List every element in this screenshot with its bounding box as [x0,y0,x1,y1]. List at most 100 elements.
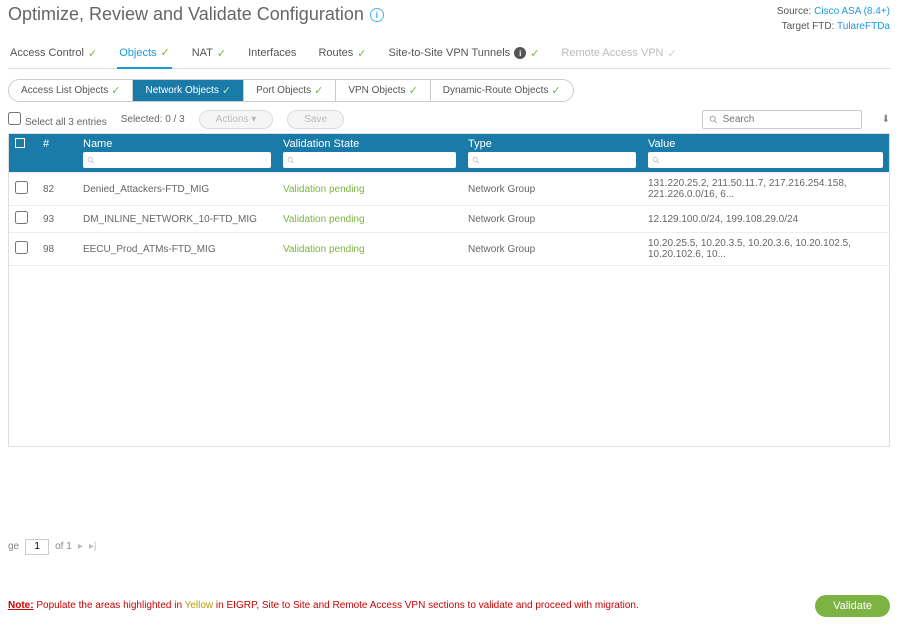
check-icon: ✓ [357,47,366,60]
row-name: DM_INLINE_NETWORK_10-FTD_MIG [77,206,277,233]
check-icon: ✓ [217,47,226,60]
pager-next[interactable]: ▸ [78,541,83,552]
col-header-validation: Validation State [277,134,462,173]
row-name: EECU_Prod_ATMs-FTD_MIG [77,233,277,266]
pill-dynamic-route-objects[interactable]: Dynamic-Route Objects✓ [431,80,573,101]
select-all-text: Select all 3 entries [25,117,107,128]
target-link[interactable]: TulareFTDa [837,21,890,32]
row-type: Network Group [462,206,642,233]
row-validation: Validation pending [277,173,462,206]
note-suffix: in EIGRP, Site to Site and Remote Access… [213,600,639,611]
col-header-num: # [37,134,77,173]
row-num: 93 [37,206,77,233]
page-title-text: Optimize, Review and Validate Configurat… [8,4,364,25]
table-empty-space [9,266,889,446]
table-row[interactable]: 98 EECU_Prod_ATMs-FTD_MIG Validation pen… [9,233,889,266]
validate-button[interactable]: Validate [815,595,890,617]
filter-validation[interactable] [283,152,456,168]
row-checkbox[interactable] [15,211,28,224]
tab-interfaces[interactable]: Interfaces [246,42,298,68]
pill-label: VPN Objects [348,85,405,96]
pill-port-objects[interactable]: Port Objects✓ [244,80,336,101]
check-icon: ✓ [111,84,120,97]
check-icon: ✓ [88,47,97,60]
filter-value-input[interactable] [664,153,879,167]
pill-access-list-objects[interactable]: Access List Objects✓ [9,80,133,101]
tab-label: Routes [318,47,353,59]
note-yellow: Yellow [185,600,214,611]
tab-remote-access-vpn: Remote Access VPN✓ [559,42,678,68]
filter-value[interactable] [648,152,883,168]
select-all-checkbox[interactable] [8,112,21,125]
row-value: 10.20.25.5, 10.20.3.5, 10.20.3.6, 10.20.… [642,233,889,266]
tab-objects[interactable]: Objects✓ [117,42,172,69]
note-prefix: Populate the areas highlighted in [36,600,184,611]
search-input-wrap[interactable] [702,110,862,129]
tab-routes[interactable]: Routes ✓ [316,42,368,68]
row-num: 98 [37,233,77,266]
search-icon [709,114,718,125]
pill-vpn-objects[interactable]: VPN Objects ✓ [336,80,430,101]
pager-label: ge [8,541,19,552]
pill-label: Dynamic-Route Objects [443,85,549,96]
row-value: 131.220.25.2, 211.50.11.7, 217.216.254.1… [642,173,889,206]
select-all-label[interactable]: Select all 3 entries [8,112,107,128]
filter-type-input[interactable] [483,153,632,167]
col-header-type: Type [462,134,642,173]
header-meta: Source: Cisco ASA (8.4+) Target FTD: Tul… [777,4,890,34]
pill-network-objects[interactable]: Network Objects✓ [133,80,244,101]
col-header-value-label: Value [648,138,675,150]
search-icon [472,156,480,165]
search-icon [652,156,661,165]
tab-site-to-site-vpn[interactable]: Site-to-Site VPN Tunnelsi✓ [387,42,542,68]
pager: ge of 1 ▸ ▸| [8,539,890,555]
pager-page-input[interactable] [25,539,49,555]
row-checkbox[interactable] [15,181,28,194]
check-icon: ✓ [314,84,323,97]
pill-label: Port Objects [256,85,311,96]
tab-label: NAT [192,47,213,59]
actions-button: Actions ▾ [199,110,274,129]
main-tabs: Access Control✓ Objects✓ NAT✓ Interfaces… [8,36,890,69]
filter-name-input[interactable] [98,153,267,167]
row-checkbox[interactable] [15,241,28,254]
row-name: Denied_Attackers-FTD_MIG [77,173,277,206]
check-icon: ✓ [409,84,418,97]
info-badge-icon: i [514,47,526,59]
tab-access-control[interactable]: Access Control ✓ [8,42,99,68]
row-type: Network Group [462,233,642,266]
filter-name[interactable] [83,152,271,168]
col-header-value: Value [642,134,889,173]
page-title: Optimize, Review and Validate Configurat… [8,4,384,25]
row-type: Network Group [462,173,642,206]
pager-of: of 1 [55,541,72,552]
col-header-validation-label: Validation State [283,138,359,150]
tab-label: Site-to-Site VPN Tunnels [389,47,511,59]
col-header-type-label: Type [468,138,492,150]
download-icon[interactable]: ⬇ [882,114,890,125]
tab-nat[interactable]: NAT ✓ [190,42,228,68]
col-header-name-label: Name [83,138,112,150]
info-icon[interactable]: i [370,8,384,22]
selected-count: Selected: 0 / 3 [121,114,185,125]
check-icon: ✓ [222,84,231,97]
col-header-name: Name [77,134,277,173]
source-link[interactable]: Cisco ASA (8.4+) [814,6,890,17]
filter-type[interactable] [468,152,636,168]
tab-label: Remote Access VPN [561,47,663,59]
pager-last[interactable]: ▸| [89,541,97,552]
tab-label: Interfaces [248,47,296,59]
table-row[interactable]: 82 Denied_Attackers-FTD_MIG Validation p… [9,173,889,206]
save-button: Save [287,110,344,129]
tab-label: Objects [119,47,156,59]
filter-validation-input[interactable] [298,153,452,167]
tab-label: Access Control [10,47,84,59]
table-row[interactable]: 93 DM_INLINE_NETWORK_10-FTD_MIG Validati… [9,206,889,233]
search-input[interactable] [723,114,855,125]
objects-table: # Name Validation State Type Value [8,133,890,447]
source-label: Source: [777,6,811,17]
footer-note: Note: Populate the areas highlighted in … [8,600,639,611]
pill-label: Access List Objects [21,85,108,96]
row-validation: Validation pending [277,206,462,233]
header-checkbox[interactable] [15,138,25,148]
